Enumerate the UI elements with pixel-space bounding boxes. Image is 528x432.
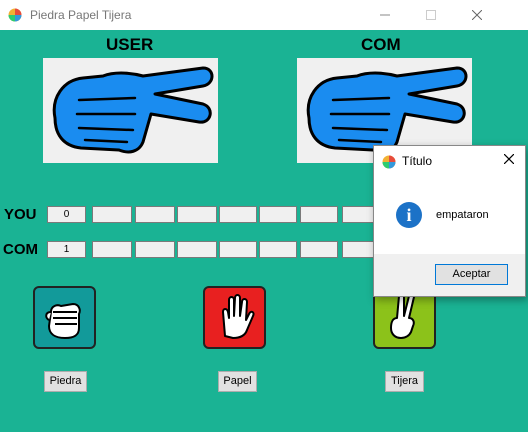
rock-card[interactable] [33, 286, 96, 349]
user-label: USER [106, 35, 154, 54]
you-score-slot [135, 206, 175, 223]
close-button[interactable] [454, 0, 500, 30]
info-icon: i [396, 202, 422, 228]
tijera-button[interactable]: Tijera [385, 371, 424, 392]
com-score-slot [135, 241, 175, 258]
com-score-slot [259, 241, 297, 258]
you-score-slot [177, 206, 217, 223]
title-bar: Piedra Papel Tijera [0, 0, 528, 30]
com-score-slot [219, 241, 257, 258]
papel-button[interactable]: Papel [218, 371, 257, 392]
ok-button[interactable]: Aceptar [435, 264, 508, 285]
you-score-slot [219, 206, 257, 223]
app-icon [8, 8, 22, 22]
com-score-slot [92, 241, 132, 258]
close-icon [503, 153, 515, 165]
minimize-button[interactable] [362, 0, 408, 30]
com-label: COM [361, 35, 401, 54]
dialog-title: Título [402, 154, 433, 168]
com-score-slot [342, 241, 374, 258]
dialog-footer: Aceptar [374, 254, 525, 296]
you-score-slot [259, 206, 297, 223]
you-score-slot [300, 206, 338, 223]
rock-fist-icon [45, 303, 81, 339]
paper-open-hand-icon [222, 294, 255, 339]
dialog-close-button[interactable] [497, 148, 521, 172]
message-dialog: Título i empataron Aceptar [373, 145, 526, 297]
app-icon [382, 155, 396, 169]
piedra-button[interactable]: Piedra [44, 371, 87, 392]
maximize-icon [426, 10, 436, 20]
you-score-slot [342, 206, 374, 223]
you-row-label: YOU [4, 206, 37, 223]
paper-card[interactable] [203, 286, 266, 349]
scissors-hand-icon [52, 66, 214, 154]
maximize-button[interactable] [408, 0, 454, 30]
user-hand-panel [43, 58, 218, 163]
close-icon [472, 10, 482, 20]
com-score-slot [177, 241, 217, 258]
window-title: Piedra Papel Tijera [30, 8, 132, 22]
com-score-slot [300, 241, 338, 258]
com-score-field: 1 [47, 241, 86, 258]
dialog-body: i empataron [374, 176, 525, 254]
dialog-message: empataron [436, 209, 489, 221]
com-row-label: COM [3, 241, 38, 258]
you-score-field: 0 [47, 206, 86, 223]
you-score-slot [92, 206, 132, 223]
minimize-icon [380, 14, 390, 16]
